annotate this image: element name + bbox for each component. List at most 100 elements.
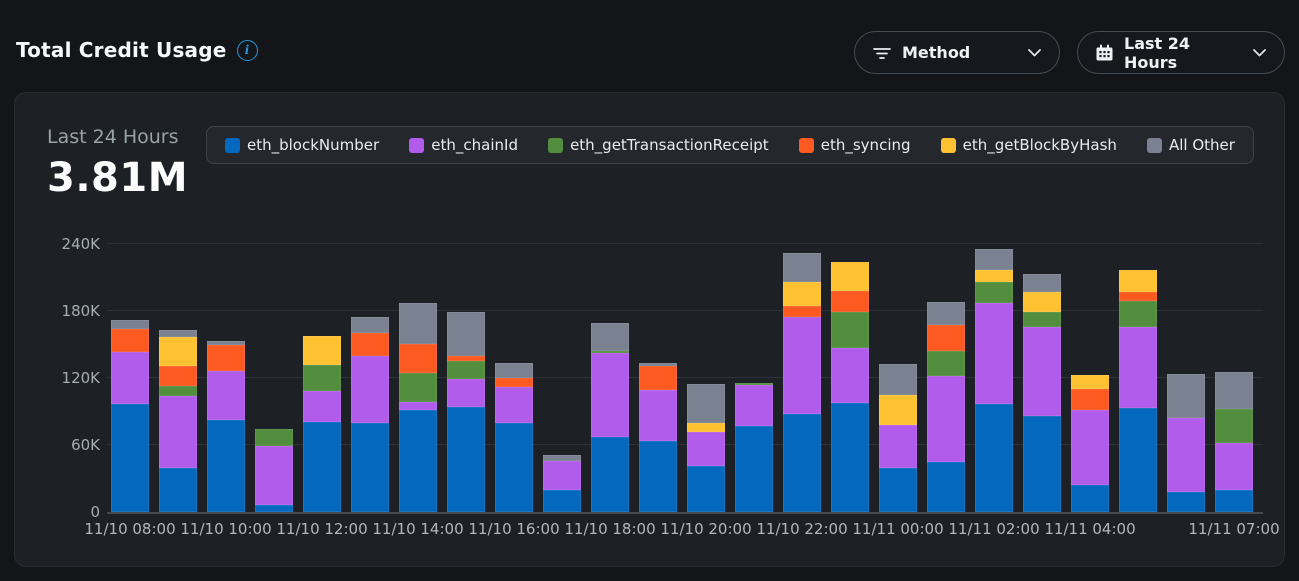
bar-segment-eth-blocknumber <box>351 423 389 512</box>
bar-segment-eth-blocknumber <box>879 468 917 512</box>
bar-segment-eth-chainid <box>159 396 197 469</box>
summary-total-value: 3.81M <box>47 155 188 201</box>
bar-column[interactable] <box>687 384 725 512</box>
bar-segment-eth-syncing <box>159 366 197 386</box>
time-range-dropdown[interactable]: Last 24 Hours <box>1077 31 1285 74</box>
bar-segment-eth-getblockbyhash <box>1023 292 1061 312</box>
bar-segment-eth-chainid <box>351 356 389 423</box>
y-tick-label: 240K <box>15 235 100 253</box>
legend-item-eth-blocknumber[interactable]: eth_blockNumber <box>225 136 379 154</box>
bar-segment-eth-chainid <box>255 446 293 505</box>
bar-segment-eth-gettransactionreceipt <box>1215 409 1253 443</box>
bar-column[interactable] <box>975 249 1013 512</box>
bar-column[interactable] <box>879 364 917 512</box>
legend-swatch <box>548 138 563 153</box>
bar-segment-eth-chainid <box>927 376 965 462</box>
bar-segment-eth-gettransactionreceipt <box>399 373 437 402</box>
bar-segment-eth-chainid <box>207 371 245 420</box>
bar-segment-eth-blocknumber <box>1167 492 1205 512</box>
bar-segment-eth-blocknumber <box>399 410 437 512</box>
x-tick-label: 11/11 07:00 <box>1188 520 1279 538</box>
x-axis-line <box>107 512 1263 514</box>
bar-segment-eth-blocknumber <box>543 490 581 512</box>
x-tick-label: 11/11 02:00 <box>948 520 1039 538</box>
x-tick-label: 11/10 14:00 <box>372 520 463 538</box>
bar-column[interactable] <box>399 303 437 512</box>
bar-column[interactable] <box>1215 372 1253 512</box>
bar-segment-eth-getblockbyhash <box>1119 270 1157 292</box>
bar-column[interactable] <box>1023 274 1061 512</box>
bar-segment-eth-getblockbyhash <box>687 423 725 432</box>
bar-segment-eth-chainid <box>735 385 773 426</box>
bar-column[interactable] <box>735 383 773 512</box>
bar-segment-all-other <box>783 253 821 282</box>
bar-column[interactable] <box>639 363 677 512</box>
bar-column[interactable] <box>831 262 869 512</box>
legend-item-eth-getblockbyhash[interactable]: eth_getBlockByHash <box>941 136 1117 154</box>
bar-column[interactable] <box>159 330 197 512</box>
bar-segment-eth-getblockbyhash <box>783 282 821 307</box>
bar-segment-eth-blocknumber <box>447 407 485 512</box>
bar-segment-all-other <box>1215 372 1253 409</box>
filter-bar: Method <box>854 31 1285 74</box>
legend-item-eth-chainid[interactable]: eth_chainId <box>409 136 518 154</box>
bar-segment-all-other <box>447 312 485 356</box>
legend-item-all-other[interactable]: All Other <box>1147 136 1235 154</box>
header: Total Credit Usage i Method <box>0 0 1299 92</box>
legend-label: eth_blockNumber <box>247 136 379 154</box>
bar-segment-eth-syncing <box>639 366 677 391</box>
bar-segment-eth-getblockbyhash <box>831 262 869 291</box>
bar-segment-eth-gettransactionreceipt <box>255 429 293 446</box>
bar-segment-eth-getblockbyhash <box>303 336 341 365</box>
bar-segment-eth-gettransactionreceipt <box>447 361 485 379</box>
credit-usage-card: Last 24 Hours 3.81M eth_blockNumber eth_c… <box>14 92 1285 567</box>
bar-segment-all-other <box>591 323 629 351</box>
bar-column[interactable] <box>927 302 965 512</box>
chart-bars <box>111 244 1263 512</box>
bar-segment-eth-chainid <box>639 390 677 440</box>
summary-period-label: Last 24 Hours <box>47 126 188 148</box>
bar-segment-all-other <box>879 364 917 394</box>
bar-column[interactable] <box>255 429 293 512</box>
y-tick-label: 180K <box>15 302 100 320</box>
bar-segment-eth-syncing <box>495 378 533 387</box>
bar-segment-eth-gettransactionreceipt <box>927 351 965 376</box>
bar-segment-eth-chainid <box>1023 327 1061 416</box>
bar-column[interactable] <box>447 312 485 512</box>
bar-column[interactable] <box>495 363 533 512</box>
legend-swatch <box>409 138 424 153</box>
bar-column[interactable] <box>1167 374 1205 512</box>
bar-column[interactable] <box>783 253 821 512</box>
chevron-down-icon <box>1028 49 1041 57</box>
method-dropdown[interactable]: Method <box>854 31 1060 74</box>
legend-item-eth-gettransactionreceipt[interactable]: eth_getTransactionReceipt <box>548 136 769 154</box>
x-tick-label: 11/10 08:00 <box>84 520 175 538</box>
bar-column[interactable] <box>1119 270 1157 512</box>
legend-label: eth_getTransactionReceipt <box>570 136 769 154</box>
bar-column[interactable] <box>591 323 629 512</box>
legend-swatch <box>799 138 814 153</box>
bar-column[interactable] <box>543 455 581 512</box>
filter-icon <box>873 45 891 61</box>
bar-segment-eth-chainid <box>1119 327 1157 409</box>
bar-segment-eth-syncing <box>1119 292 1157 301</box>
bar-column[interactable] <box>351 317 389 512</box>
info-icon[interactable]: i <box>237 40 258 61</box>
page-title: Total Credit Usage <box>16 38 227 62</box>
bar-segment-eth-blocknumber <box>639 441 677 513</box>
legend-label: eth_chainId <box>431 136 518 154</box>
bar-segment-eth-syncing <box>351 333 389 355</box>
bar-column[interactable] <box>111 320 149 512</box>
bar-column[interactable] <box>1071 375 1109 512</box>
bar-column[interactable] <box>303 336 341 512</box>
legend-label: eth_syncing <box>821 136 911 154</box>
bar-segment-all-other <box>399 303 437 343</box>
bar-segment-all-other <box>111 320 149 329</box>
bar-segment-eth-chainid <box>975 303 1013 404</box>
bar-segment-eth-blocknumber <box>735 426 773 512</box>
bar-column[interactable] <box>207 341 245 512</box>
time-range-dropdown-label: Last 24 Hours <box>1124 34 1231 72</box>
bar-segment-eth-chainid <box>1167 418 1205 492</box>
legend-item-eth-syncing[interactable]: eth_syncing <box>799 136 911 154</box>
bar-segment-eth-chainid <box>303 391 341 421</box>
